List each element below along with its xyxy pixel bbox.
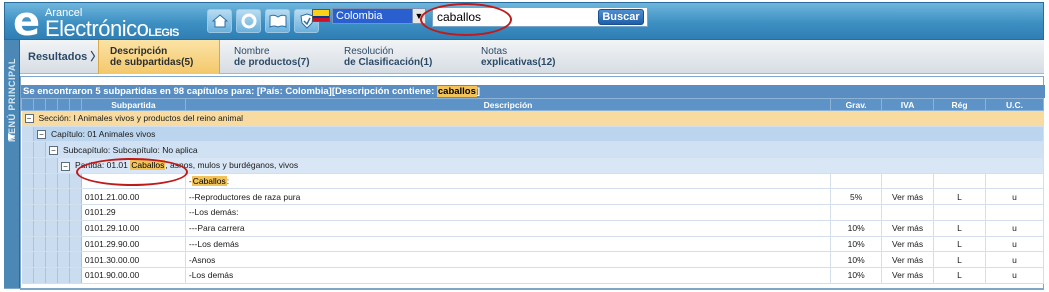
- table-header-row: Subpartida Descripción Grav. IVA Rég U.C…: [21, 98, 1044, 111]
- table-row[interactable]: 0101.29 --Los demás:: [21, 204, 1044, 221]
- table-row[interactable]: 0101.29.10.00 ---Para carrera 10% Ver má…: [21, 220, 1044, 237]
- highlight-circle-search: [420, 3, 512, 36]
- expand-arrow-icon[interactable]: ▶: [8, 131, 15, 142]
- results-panel: Se encontraron 5 subpartidas en 98 capít…: [20, 76, 1045, 290]
- refresh-icon[interactable]: [236, 9, 261, 33]
- home-icon[interactable]: [207, 9, 232, 33]
- section-row[interactable]: − Sección: I Animales vivos y productos d…: [21, 110, 1044, 127]
- logo-mark-icon: e: [13, 0, 41, 45]
- app-window: e Arancel ElectrónicoLEGIS Colombia ▼ ca…: [0, 0, 1049, 292]
- results-table: Subpartida Descripción Grav. IVA Rég U.C…: [21, 98, 1045, 284]
- section-label: Sección: I Animales vivos y productos de…: [38, 113, 244, 124]
- table-row[interactable]: 0101.29.90.00 ---Los demás 10% Ver más L…: [21, 236, 1044, 253]
- table-row[interactable]: 0101.30.00.00 -Asnos 10% Ver más L u: [21, 251, 1044, 268]
- col-header-grav[interactable]: Grav.: [830, 98, 883, 111]
- col-header-descripcion[interactable]: Descripción: [184, 98, 832, 111]
- col-header-uc[interactable]: U.C.: [985, 98, 1044, 111]
- subchapter-label: Subcapítulo: Subcapítulo: No aplica: [62, 144, 198, 155]
- chapter-label: Capítulo: 01 Animales vivos: [50, 128, 156, 139]
- tab-results[interactable]: Resultados 〉: [28, 40, 101, 74]
- table-row[interactable]: 0101.21.00.00 --Reproductores de raza pu…: [21, 188, 1044, 206]
- search-button[interactable]: Buscar: [598, 9, 644, 25]
- book-icon[interactable]: [265, 9, 290, 33]
- main-menu-label: MENÚ PRINCIPAL: [7, 58, 17, 142]
- highlight-circle-partida: [76, 158, 188, 186]
- bottom-divider: [4, 288, 1044, 289]
- toolbar-icons: [207, 9, 319, 33]
- tab-descripcion-subpartidas[interactable]: Descripción de subpartidas(5): [98, 40, 220, 74]
- app-logo[interactable]: e Arancel ElectrónicoLEGIS: [11, 0, 201, 45]
- subchapter-row[interactable]: − Subcapítulo: Subcapítulo: No aplica: [21, 141, 1045, 159]
- results-summary: Se encontraron 5 subpartidas en 98 capít…: [21, 85, 1045, 98]
- logo-main-text: ElectrónicoLEGIS: [45, 16, 179, 41]
- collapse-icon[interactable]: −: [48, 145, 58, 155]
- col-header-reg[interactable]: Rég: [933, 98, 986, 111]
- chapter-row[interactable]: − Capítulo: 01 Animales vivos: [21, 126, 1045, 143]
- collapse-icon[interactable]: −: [60, 161, 70, 171]
- collapse-icon[interactable]: −: [36, 130, 46, 140]
- col-header-iva[interactable]: IVA: [881, 98, 935, 111]
- table-row[interactable]: 0101.90.00.00 -Los demás 10% Ver más L u: [21, 267, 1044, 284]
- col-header-subpartida[interactable]: Subpartida: [80, 98, 186, 111]
- colombia-flag-icon: [312, 9, 330, 22]
- results-tabs: Resultados 〉 Descripción de subpartidas(…: [20, 40, 1044, 74]
- collapse-icon[interactable]: −: [24, 114, 34, 124]
